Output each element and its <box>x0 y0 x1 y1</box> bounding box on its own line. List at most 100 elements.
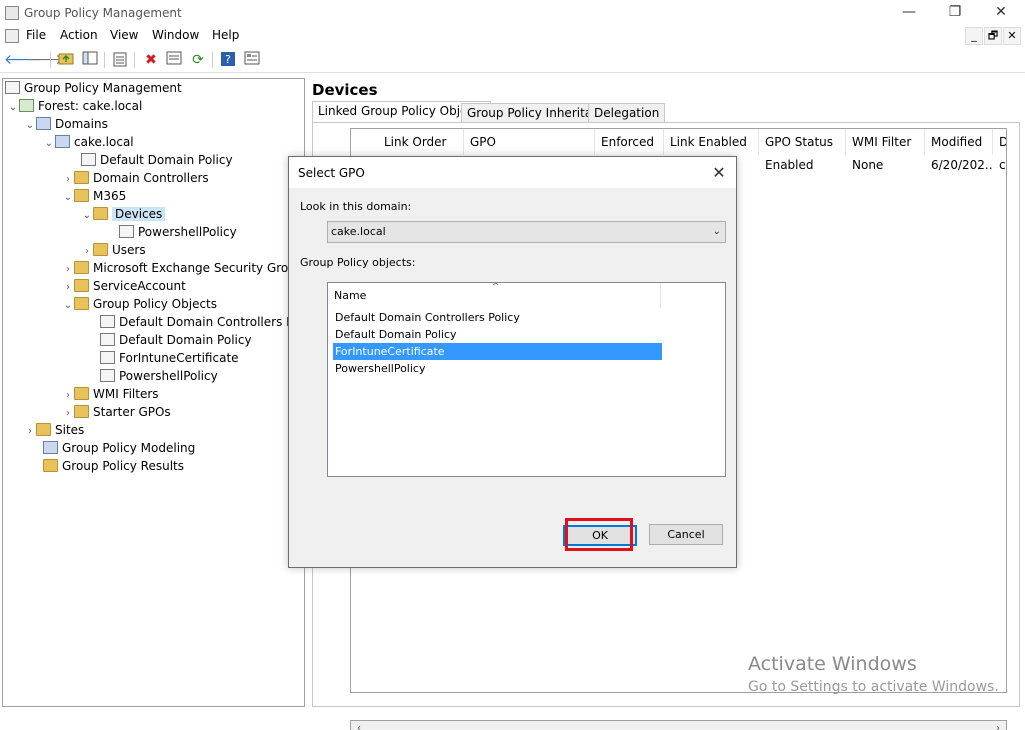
view-icon[interactable] <box>243 51 261 69</box>
ou-folder-icon <box>93 243 108 256</box>
tree-item-service-account[interactable]: › ServiceAccount <box>62 277 186 295</box>
list-item[interactable]: Default Domain Controllers Policy <box>333 309 662 326</box>
gpo-icon <box>100 315 115 328</box>
tree-item-gpo[interactable]: Default Domain Policy <box>100 331 252 349</box>
cell-wmi-filter: None <box>852 158 884 172</box>
ou-folder-icon <box>93 207 108 220</box>
tree-item-starter-gpos[interactable]: › Starter GPOs <box>62 403 171 421</box>
scroll-right-icon[interactable]: › <box>990 721 1006 730</box>
toolbar-separator <box>134 52 135 68</box>
tree-item-wmi-filters[interactable]: › WMI Filters <box>62 385 159 403</box>
starter-gpo-folder-icon <box>74 405 89 418</box>
mdi-child-icon[interactable] <box>5 29 19 43</box>
tree-item-default-domain-policy[interactable]: Default Domain Policy <box>81 151 233 169</box>
gpo-list-label: Group Policy objects: <box>300 256 416 269</box>
results-icon <box>43 459 58 472</box>
column-header-link-enabled[interactable]: Link Enabled <box>664 129 759 155</box>
column-header-enforced[interactable]: Enforced <box>595 129 664 155</box>
tree-item-gpo[interactable]: Default Domain Controllers Policy <box>100 313 304 331</box>
up-folder-icon[interactable] <box>57 51 75 69</box>
gpo-icon <box>100 351 115 364</box>
chevron-down-icon[interactable]: ⌄ <box>62 189 74 207</box>
gpo-icon <box>100 333 115 346</box>
activation-watermark-detail: Go to Settings to activate Windows. <box>748 679 999 695</box>
cell-gpo-status: Enabled <box>765 158 814 172</box>
menu-view[interactable]: View <box>110 28 138 42</box>
column-header-name[interactable]: ^ Name <box>328 283 661 308</box>
properties-icon[interactable] <box>111 51 129 69</box>
ou-folder-icon <box>74 279 89 292</box>
list-item-selected[interactable]: ForIntuneCertificate <box>333 343 662 360</box>
column-header-link-order[interactable]: Link Order <box>351 129 464 155</box>
maximize-button[interactable]: ❐ <box>932 0 978 26</box>
forward-arrow-icon[interactable]: 🡒 <box>26 51 64 69</box>
column-header-domain[interactable]: D <box>993 129 1006 155</box>
console-tree: Group Policy Management ⌄ Forest: cake.lo… <box>2 78 305 707</box>
tree-item-forest[interactable]: ⌄ Forest: cake.local <box>7 97 142 115</box>
tree-item-users[interactable]: › Users <box>81 241 146 259</box>
tree-item-sites[interactable]: › Sites <box>24 421 84 439</box>
menu-file[interactable]: File <box>26 28 46 42</box>
chevron-down-icon[interactable]: ⌄ <box>43 135 55 153</box>
tree-item-devices[interactable]: ⌄ Devices <box>81 205 166 225</box>
menu-help[interactable]: Help <box>212 28 239 42</box>
domains-icon <box>36 117 51 130</box>
tree-item-gpo[interactable]: PowershellPolicy <box>100 367 218 385</box>
dialog-close-button[interactable]: ✕ <box>702 157 736 188</box>
column-header-gpo[interactable]: GPO <box>464 129 595 155</box>
back-arrow-icon[interactable]: 🡐 <box>4 51 42 69</box>
chevron-right-icon[interactable]: › <box>24 423 36 441</box>
close-button[interactable]: ✕ <box>978 0 1024 26</box>
tree-item-gpo-container[interactable]: ⌄ Group Policy Objects <box>62 295 217 313</box>
mdi-close-button[interactable]: ✕ <box>1003 27 1021 45</box>
chevron-down-icon[interactable]: ⌄ <box>81 207 93 225</box>
mdi-minimize-button[interactable]: _ <box>965 27 983 45</box>
chevron-down-icon[interactable]: ⌄ <box>713 222 721 242</box>
chevron-down-icon[interactable]: ⌄ <box>7 99 19 117</box>
menu-window[interactable]: Window <box>152 28 199 42</box>
tree-item-domain[interactable]: ⌄ cake.local <box>43 133 134 151</box>
refresh-icon[interactable]: ⟳ <box>189 51 207 69</box>
minimize-button[interactable]: — <box>886 0 932 26</box>
export-list-icon[interactable] <box>165 51 183 69</box>
list-item[interactable]: Default Domain Policy <box>333 326 662 343</box>
column-header-empty <box>661 283 725 308</box>
delete-icon[interactable]: ✖ <box>142 51 160 69</box>
tree-item-powershell-policy-link[interactable]: PowershellPolicy <box>119 223 237 241</box>
tree-item-gpo[interactable]: ForIntuneCertificate <box>100 349 239 367</box>
show-hide-tree-icon[interactable] <box>81 51 99 69</box>
modeling-icon <box>43 441 58 454</box>
column-header-wmi-filter[interactable]: WMI Filter <box>846 129 925 155</box>
select-gpo-dialog: Select GPO ✕ Look in this domain: cake.l… <box>288 156 737 568</box>
ou-folder-icon <box>74 189 89 202</box>
horizontal-scrollbar[interactable]: ‹ › <box>350 720 1007 730</box>
cell-modified: 6/20/202... <box>931 158 993 172</box>
tree-item-ms-exchange[interactable]: › Microsoft Exchange Security Groups <box>62 259 304 277</box>
toolbar-separator <box>104 52 105 68</box>
chevron-down-icon[interactable]: ⌄ <box>24 117 36 135</box>
gpo-listview[interactable]: ^ Name Default Domain Controllers Policy… <box>327 282 726 477</box>
chevron-down-icon[interactable]: ⌄ <box>62 297 74 315</box>
ou-folder-icon <box>74 171 89 184</box>
toolbar-separator <box>212 52 213 68</box>
gpo-link-icon <box>81 153 96 166</box>
cancel-button[interactable]: Cancel <box>649 524 723 545</box>
forest-icon <box>19 99 34 112</box>
domain-combobox[interactable]: cake.local ⌄ <box>327 221 726 243</box>
tree-item-root[interactable]: Group Policy Management <box>5 79 182 97</box>
tree-item-domains[interactable]: ⌄ Domains <box>24 115 108 133</box>
tree-item-modeling[interactable]: Group Policy Modeling <box>43 439 195 457</box>
mdi-restore-button[interactable]: 🗗 <box>984 27 1002 45</box>
tab-delegation[interactable]: Delegation <box>588 103 666 123</box>
list-item[interactable]: PowershellPolicy <box>333 360 662 377</box>
column-header-modified[interactable]: Modified <box>925 129 993 155</box>
help-icon[interactable]: ? <box>219 51 237 69</box>
tree-item-results[interactable]: Group Policy Results <box>43 457 184 475</box>
menu-action[interactable]: Action <box>60 28 98 42</box>
tree-item-domain-controllers[interactable]: › Domain Controllers <box>62 169 209 187</box>
scroll-left-icon[interactable]: ‹ <box>351 721 367 730</box>
window-title: Group Policy Management <box>24 6 182 20</box>
column-header-gpo-status[interactable]: GPO Status <box>759 129 846 155</box>
tree-item-m365[interactable]: ⌄ M365 <box>62 187 126 205</box>
wmi-folder-icon <box>74 387 89 400</box>
